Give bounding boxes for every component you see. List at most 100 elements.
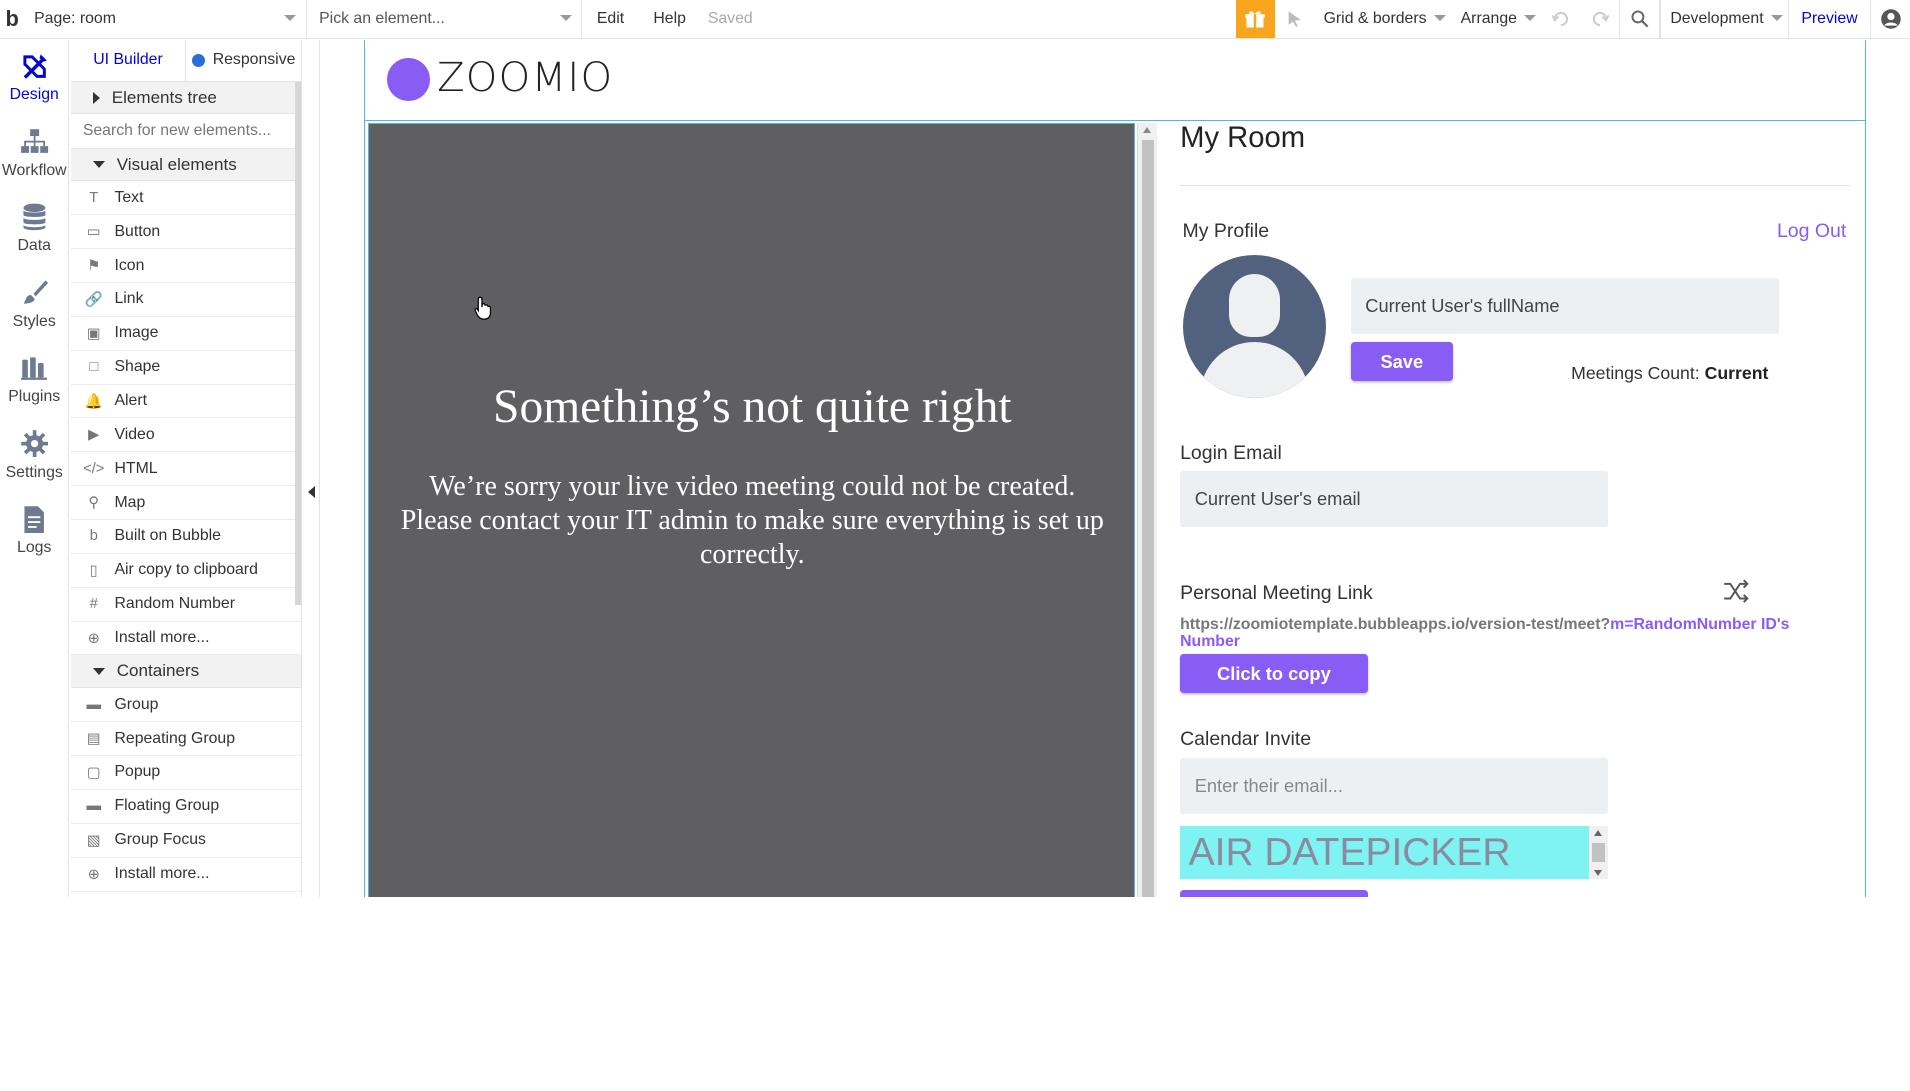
responsive-icon — [192, 53, 206, 68]
palette-item[interactable]: □ Shape — [70, 351, 302, 385]
palette-item-label: Air copy to clipboard — [114, 561, 258, 579]
environment-dropdown[interactable]: Development — [1661, 0, 1788, 38]
palette-item-icon: b — [89, 528, 98, 545]
containers-list: ▬ Group ▤ Repeating Group ▢ Popup ▬ Floating Gr… — [70, 688, 302, 892]
nav-styles[interactable]: Styles — [0, 267, 68, 343]
link-static: https://zoomiotemplate.bubbleapps.io/ver… — [1180, 616, 1611, 634]
invite-email-input[interactable]: Enter their email... — [1180, 757, 1608, 814]
save-button[interactable]: Save — [1350, 342, 1453, 382]
palette-item[interactable]: ⊕ Install more... — [70, 858, 302, 892]
divider — [1180, 185, 1851, 187]
nav-design[interactable]: Design — [0, 40, 68, 116]
visual-elements-list: T Text ▭ Button ⚑ Icon 🔗 Link ▣ Image □ Shape 🔔 Alert… — [70, 181, 302, 656]
visual-elements-toggle[interactable]: Visual elements — [70, 148, 302, 182]
scroll-up-icon[interactable] — [1594, 829, 1603, 836]
edit-menu[interactable]: Edit — [582, 10, 639, 28]
video-frame-scrollbar[interactable] — [1137, 123, 1157, 897]
logout-link[interactable]: Log Out — [1777, 220, 1846, 243]
palette-collapse-handle[interactable] — [303, 40, 321, 897]
page-selector[interactable]: Page: room — [24, 0, 307, 39]
shuffle-icon[interactable] — [1723, 579, 1750, 610]
inspect-pointer-icon[interactable] — [1275, 0, 1314, 38]
palette-item[interactable]: ▯ Air copy to clipboard — [70, 554, 302, 588]
air-datepicker[interactable]: AIR DATEPICKER — [1180, 825, 1590, 880]
nav-plugins[interactable]: Plugins — [0, 342, 68, 418]
document-icon — [20, 505, 49, 534]
element-search-input[interactable]: Search for new elements... — [70, 114, 302, 149]
scroll-up-icon[interactable] — [1143, 126, 1152, 133]
nav-workflow[interactable]: Workflow — [0, 116, 68, 192]
copy-link-button[interactable]: Click to copy — [1180, 654, 1368, 694]
palette-item[interactable]: ▧ Group Focus — [70, 824, 302, 858]
elements-tree-toggle[interactable]: Elements tree — [70, 81, 302, 115]
palette-item-icon: 🔗 — [84, 292, 103, 309]
search-icon[interactable] — [1620, 0, 1659, 38]
palette-item[interactable]: ▭ Button — [70, 215, 302, 250]
palette-item[interactable]: ⚑ Icon — [70, 249, 302, 284]
nav-logs[interactable]: Logs — [0, 493, 68, 569]
caret-right-icon — [92, 91, 100, 104]
avatar-head — [1228, 274, 1280, 338]
fullname-input[interactable]: Current User's fullName — [1350, 277, 1780, 334]
caret-left-icon — [308, 486, 316, 498]
page-room[interactable]: ZOOMIO Something’s not quite right We’re… — [364, 40, 1867, 897]
chevron-down-icon — [1771, 15, 1784, 22]
error-message: We’re sorry your live video meeting coul… — [400, 470, 1104, 571]
palette-item[interactable]: ⊕ Install more... — [70, 622, 302, 656]
arrange-dropdown[interactable]: Arrange — [1451, 0, 1541, 38]
redo-icon[interactable] — [1580, 0, 1619, 38]
video-meeting-frame[interactable]: Something’s not quite right We’re sorry … — [367, 123, 1136, 897]
grid-borders-dropdown[interactable]: Grid & borders — [1314, 0, 1451, 38]
palette-item[interactable]: ▬ Floating Group — [70, 790, 302, 824]
nav-settings[interactable]: Settings — [0, 418, 68, 494]
page-header[interactable]: ZOOMIO — [365, 40, 1865, 121]
help-menu[interactable]: Help — [639, 10, 701, 28]
palette-item-label: Map — [114, 493, 146, 511]
containers-toggle[interactable]: Containers — [70, 655, 302, 689]
account-icon[interactable] — [1871, 0, 1910, 38]
palette-item-icon: □ — [89, 359, 99, 376]
database-icon — [20, 203, 49, 232]
tab-responsive[interactable]: Responsive — [185, 40, 301, 81]
scroll-thumb[interactable] — [1142, 140, 1155, 897]
bubble-logo[interactable]: b — [0, 0, 24, 38]
profile-label: My Profile — [1182, 220, 1270, 243]
tab-ui-builder[interactable]: UI Builder — [71, 40, 186, 80]
palette-item[interactable]: ▢ Popup — [70, 756, 302, 790]
palette-item[interactable]: b Built on Bubble — [70, 520, 302, 554]
palette-item[interactable]: ⚲ Map — [70, 486, 302, 521]
preview-button[interactable]: Preview — [1789, 10, 1870, 28]
scroll-down-icon[interactable] — [1594, 869, 1603, 876]
palette-item-icon: ⊕ — [87, 866, 100, 883]
tab-responsive-label: Responsive — [212, 51, 296, 69]
avatar-body — [1199, 342, 1310, 399]
nav-data[interactable]: Data — [0, 191, 68, 267]
palette-item[interactable]: 🔗 Link — [70, 283, 302, 317]
gift-icon[interactable] — [1235, 0, 1275, 39]
email-input[interactable]: Current User's email — [1180, 471, 1608, 528]
palette-item[interactable]: </> HTML — [70, 452, 302, 487]
element-selector[interactable]: Pick an element... — [307, 0, 583, 39]
undo-icon[interactable] — [1541, 0, 1580, 38]
palette-item[interactable]: 🔔 Alert — [70, 385, 302, 419]
nav-settings-label: Settings — [5, 463, 63, 481]
avatar[interactable] — [1182, 254, 1327, 399]
datepicker-scrollbar[interactable] — [1589, 825, 1608, 880]
palette-item[interactable]: ▣ Image — [70, 317, 302, 351]
palette-item-label: Image — [114, 324, 159, 342]
nav-design-label: Design — [9, 85, 59, 103]
palette-item-label: Link — [114, 290, 144, 308]
zoomio-logo-text: ZOOMIO — [437, 54, 614, 101]
palette-item[interactable]: ▤ Repeating Group — [70, 722, 302, 757]
palette-scrollbar[interactable] — [295, 81, 302, 606]
palette-item[interactable]: # Random Number — [70, 588, 302, 622]
palette-item-icon: ▭ — [86, 224, 101, 241]
palette-item[interactable]: T Text — [70, 181, 302, 216]
palette-item-label: Random Number — [114, 595, 235, 613]
palette-item-icon: ▣ — [86, 325, 101, 342]
brush-icon — [20, 278, 49, 307]
palette-item-icon: ▶ — [88, 427, 100, 444]
scroll-thumb[interactable] — [1591, 842, 1606, 863]
palette-item[interactable]: ▶ Video — [70, 418, 302, 453]
palette-item[interactable]: ▬ Group — [70, 688, 302, 723]
